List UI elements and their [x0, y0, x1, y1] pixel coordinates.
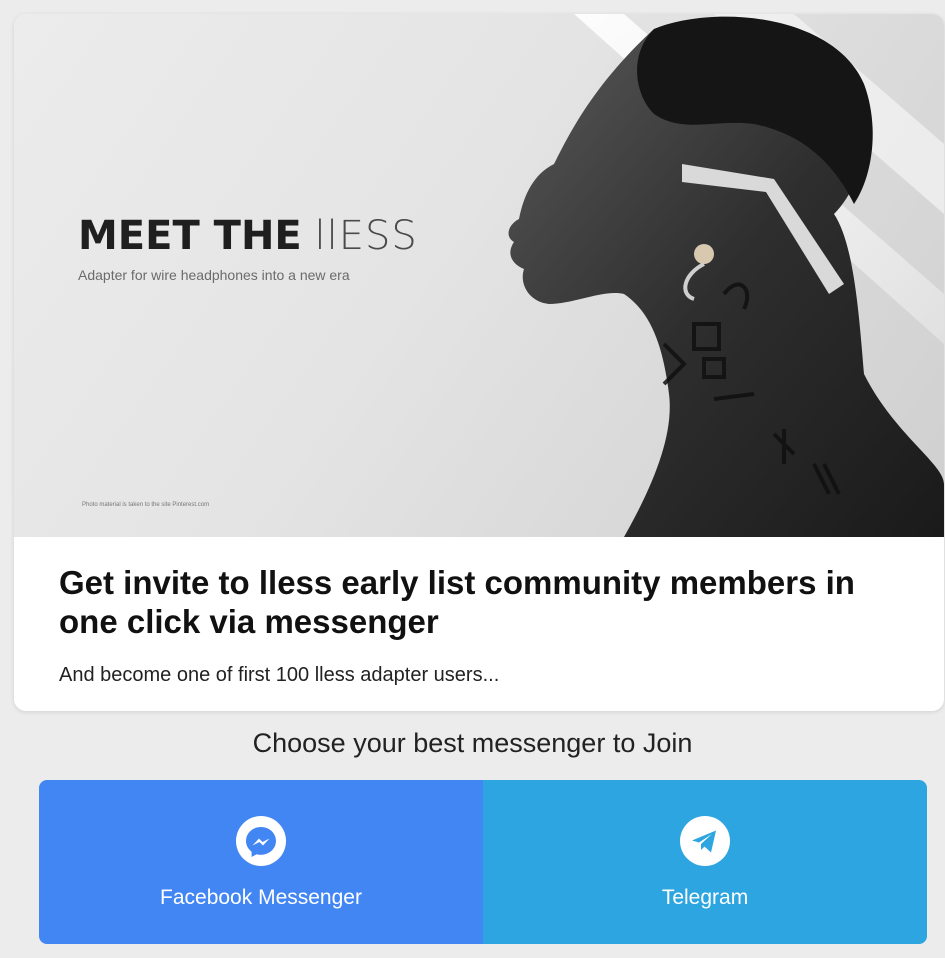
- telegram-label: Telegram: [661, 886, 749, 909]
- telegram-button[interactable]: Telegram: [483, 780, 927, 944]
- subline: And become one of first 100 lless adapte…: [59, 664, 500, 686]
- messenger-icon: [236, 816, 286, 866]
- facebook-messenger-label: Facebook Messenger: [160, 886, 362, 909]
- headline: Get invite to lless early list community…: [59, 564, 855, 640]
- hero-subtitle: Adapter for wire headphones into a new e…: [78, 267, 350, 283]
- hero-title: MEET THE llESS: [78, 212, 418, 260]
- hero-banner: MEET THE llESS Adapter for wire headphon…: [14, 14, 944, 537]
- messenger-buttons: Facebook Messenger Telegram: [39, 780, 927, 944]
- facebook-messenger-button[interactable]: Facebook Messenger: [39, 780, 483, 944]
- telegram-icon: [680, 816, 730, 866]
- hero-title-bold: MEET THE: [78, 213, 302, 259]
- hero-title-light: llESS: [314, 213, 418, 259]
- choose-messenger-text: Choose your best messenger to Join: [252, 728, 693, 758]
- hero-credit: Photo material is taken to the site Pint…: [82, 502, 210, 508]
- promo-card: MEET THE llESS Adapter for wire headphon…: [14, 14, 944, 711]
